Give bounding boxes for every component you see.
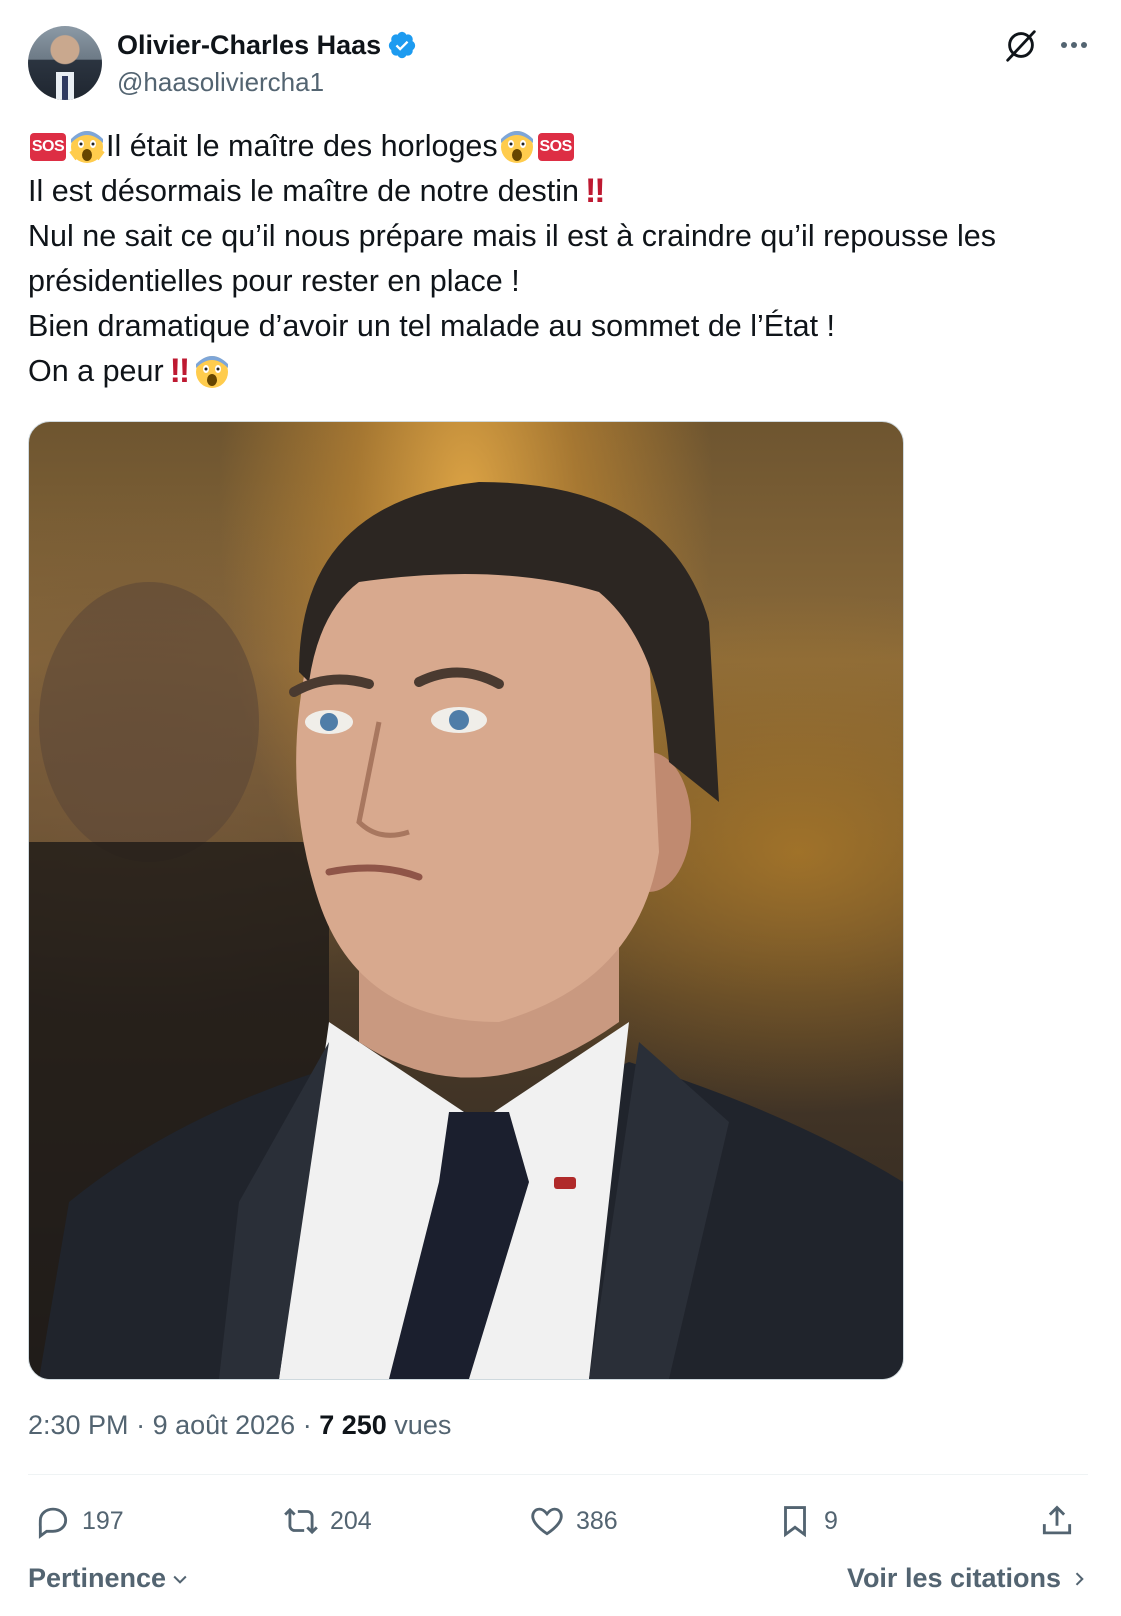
sort-replies-dropdown[interactable]: Pertinence bbox=[28, 1563, 190, 1594]
verified-badge-icon bbox=[389, 31, 416, 59]
like-count: 386 bbox=[576, 1506, 618, 1535]
tweet-line-3: Nul ne sait ce qu’il nous prépare mais i… bbox=[28, 219, 997, 253]
more-icon[interactable] bbox=[1056, 30, 1092, 60]
divider bbox=[28, 1474, 1088, 1475]
tweet-line-1-text: Il était le maître des horloges bbox=[106, 129, 498, 163]
tweet-text: SOS Il était le maître des horloges SOS … bbox=[28, 124, 1088, 394]
double-exclamation-icon: ‼ bbox=[584, 172, 605, 210]
portrait-illustration bbox=[29, 482, 903, 1379]
double-exclamation-icon: ‼ bbox=[169, 352, 190, 390]
tweet-line-1: SOS Il était le maître des horloges SOS bbox=[28, 124, 1088, 169]
bookmark-button[interactable]: 9 bbox=[776, 1498, 838, 1544]
share-button[interactable] bbox=[1038, 1498, 1076, 1544]
tweet-line-6: On a peur ‼ bbox=[28, 349, 1088, 394]
repost-button[interactable]: 204 bbox=[282, 1498, 372, 1544]
author-name[interactable]: Olivier-Charles Haas bbox=[117, 28, 381, 62]
tweet-time[interactable]: 2:30 PM bbox=[28, 1410, 129, 1440]
view-label: vues bbox=[394, 1410, 452, 1440]
chevron-down-icon bbox=[173, 1575, 187, 1584]
view-quotes-link[interactable]: Voir les citations bbox=[847, 1563, 1089, 1594]
tweet-date[interactable]: 9 août 2026 bbox=[153, 1410, 296, 1440]
tweet-meta: 2:30 PM · 9 août 2026 · 7 250 vues bbox=[28, 1410, 452, 1440]
repost-icon bbox=[284, 1507, 318, 1535]
chevron-right-icon bbox=[1075, 1571, 1084, 1586]
author-handle[interactable]: @haasoliviercha1 bbox=[117, 66, 324, 98]
scream-emoji-icon bbox=[500, 130, 533, 163]
sort-label: Pertinence bbox=[28, 1563, 167, 1593]
author-name-row[interactable]: Olivier-Charles Haas bbox=[117, 28, 417, 62]
repost-count: 204 bbox=[330, 1506, 372, 1535]
tweet-line-2: Il est désormais le maître de notre dest… bbox=[28, 169, 1088, 214]
scream-emoji-icon bbox=[196, 355, 229, 388]
author-avatar[interactable] bbox=[28, 26, 102, 100]
like-button[interactable]: 386 bbox=[528, 1498, 618, 1544]
reply-icon bbox=[38, 1507, 68, 1539]
action-bar: 197 204 386 9 bbox=[28, 1498, 1088, 1544]
quotes-label: Voir les citations bbox=[846, 1563, 1061, 1593]
reply-button[interactable]: 197 bbox=[34, 1498, 124, 1544]
bookmark-count: 9 bbox=[824, 1506, 838, 1535]
view-count: 7 250 bbox=[319, 1410, 387, 1440]
scream-emoji-icon bbox=[69, 130, 105, 163]
tweet-photo[interactable] bbox=[28, 421, 904, 1380]
tweet-line-5: Bien dramatique d’avoir un tel malade au… bbox=[28, 309, 835, 343]
bookmark-icon bbox=[784, 1506, 806, 1538]
tweet-line-2-text: Il est désormais le maître de notre dest… bbox=[28, 174, 579, 208]
sos-emoji-icon: SOS bbox=[537, 132, 574, 161]
sos-emoji-icon: SOS bbox=[30, 132, 66, 161]
like-icon bbox=[531, 1507, 563, 1536]
grok-icon[interactable] bbox=[1002, 26, 1040, 64]
share-icon bbox=[1042, 1505, 1072, 1535]
tweet-line-6-text: On a peur bbox=[28, 354, 164, 388]
tweet-line-4: présidentielles pour rester en place ! bbox=[28, 264, 520, 298]
reply-count: 197 bbox=[82, 1506, 124, 1535]
